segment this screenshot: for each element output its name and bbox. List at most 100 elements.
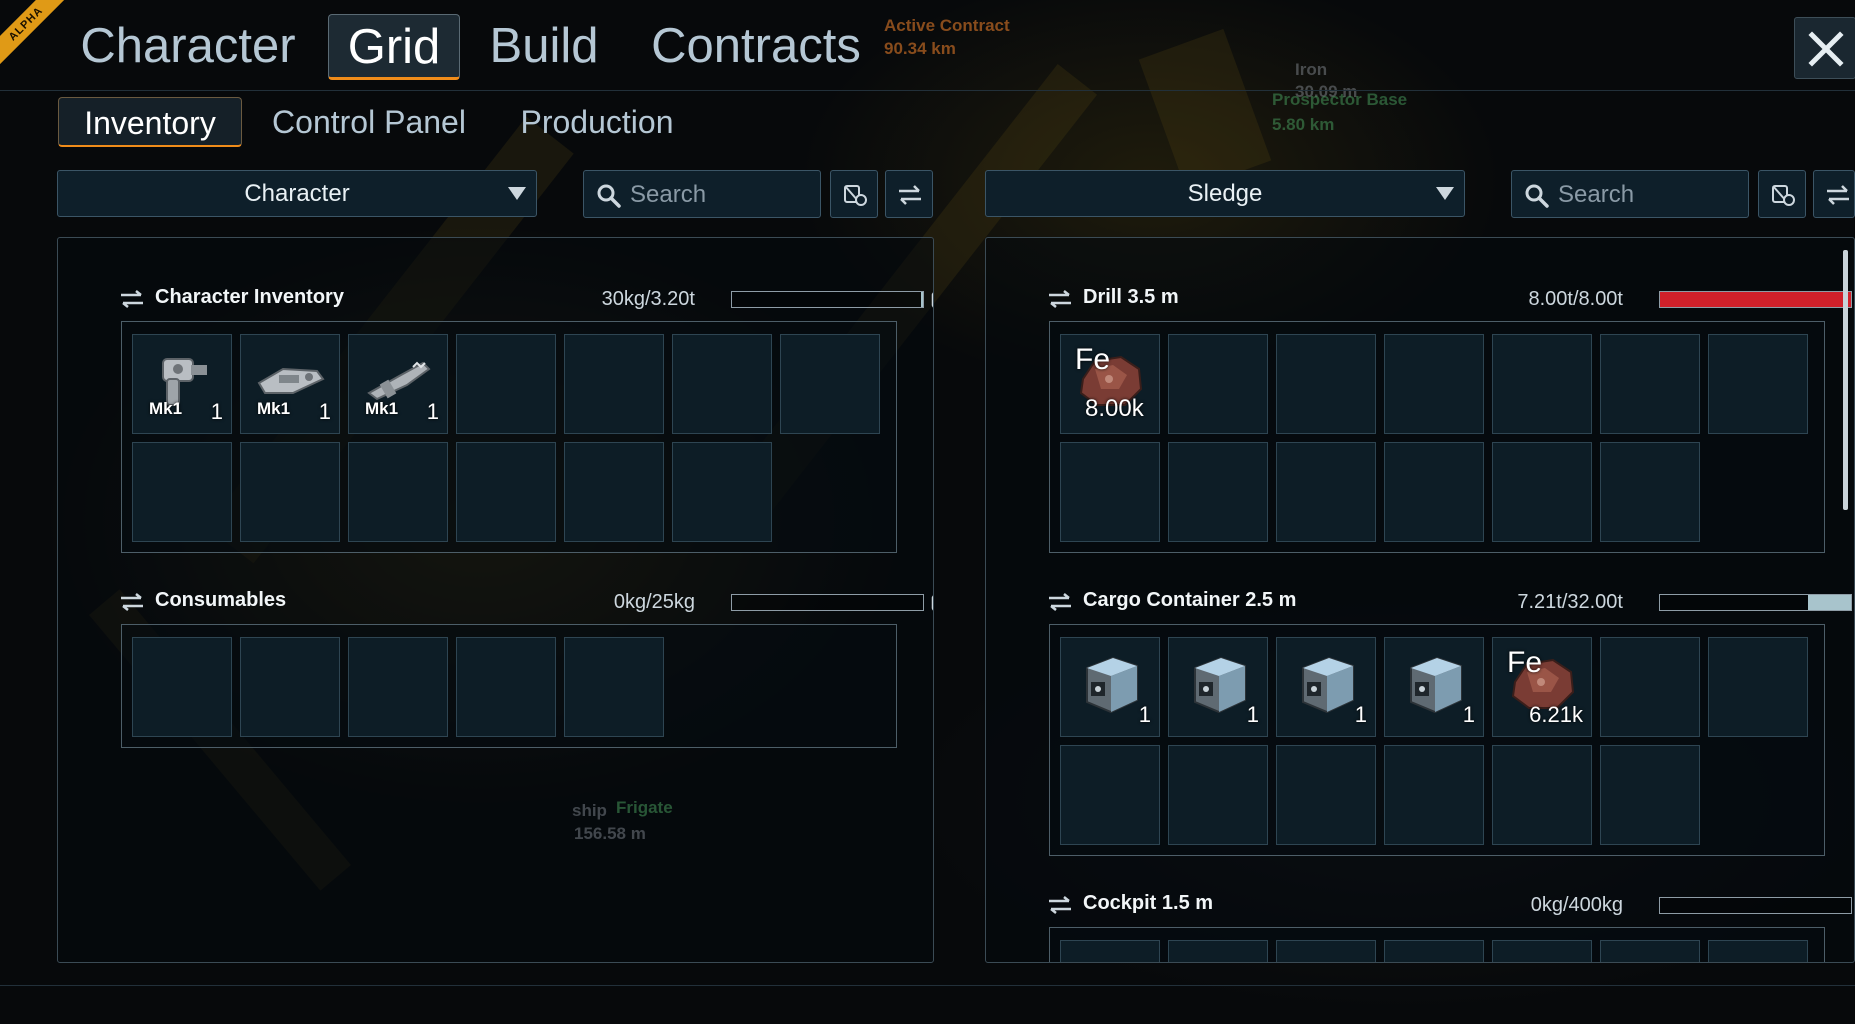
left-search-field[interactable] bbox=[583, 170, 821, 218]
inventory-slot[interactable] bbox=[1060, 745, 1160, 845]
inventory-slot[interactable] bbox=[780, 334, 880, 434]
capacity-bar bbox=[1659, 291, 1852, 308]
inventory-slot[interactable]: 1 bbox=[1384, 637, 1484, 737]
swap-arrows-icon[interactable] bbox=[119, 289, 145, 309]
left-inventory-select[interactable]: Character bbox=[57, 170, 537, 217]
close-icon bbox=[1808, 31, 1844, 67]
element-symbol: Fe bbox=[1507, 646, 1543, 679]
subtab-control-panel[interactable]: Control Panel bbox=[262, 97, 476, 147]
tab-build[interactable]: Build bbox=[480, 14, 608, 80]
inventory-slot[interactable] bbox=[672, 442, 772, 542]
inventory-slot[interactable] bbox=[1492, 745, 1592, 845]
storage-icon[interactable] bbox=[931, 287, 933, 314]
close-button[interactable] bbox=[1794, 17, 1855, 79]
tab-grid[interactable]: Grid bbox=[328, 14, 460, 80]
right-filter-button[interactable] bbox=[1758, 170, 1806, 218]
inventory-slot[interactable] bbox=[456, 334, 556, 434]
left-filter-button[interactable] bbox=[830, 170, 878, 218]
right-panel-scrollbar[interactable] bbox=[1843, 250, 1848, 510]
swap-arrows-icon[interactable] bbox=[1047, 895, 1073, 915]
inventory-slot[interactable]: Mk1 1 bbox=[240, 334, 340, 434]
inventory-slot[interactable] bbox=[564, 334, 664, 434]
section-header: Cockpit 1.5 m 0kg/400kg bbox=[1047, 890, 1852, 920]
inventory-slot[interactable] bbox=[348, 637, 448, 737]
inventory-slot[interactable] bbox=[456, 637, 556, 737]
inventory-slot[interactable] bbox=[132, 442, 232, 542]
swap-arrows-icon[interactable] bbox=[119, 592, 145, 612]
inventory-slot[interactable] bbox=[1600, 637, 1700, 737]
inventory-slot[interactable] bbox=[1384, 442, 1484, 542]
inventory-slot[interactable] bbox=[240, 442, 340, 542]
section-capacity: 0kg/400kg bbox=[1530, 894, 1623, 916]
section-title: Cargo Container 2.5 m bbox=[1083, 589, 1297, 611]
swap-arrows-icon[interactable] bbox=[1047, 289, 1073, 309]
inventory-slot[interactable] bbox=[1600, 940, 1700, 962]
right-inventory-select[interactable]: Sledge bbox=[985, 170, 1465, 217]
right-transfer-button[interactable] bbox=[1813, 170, 1855, 218]
left-search-input[interactable] bbox=[628, 177, 782, 213]
item-quantity: 6.21k bbox=[1529, 702, 1583, 727]
inventory-slot[interactable] bbox=[564, 637, 664, 737]
inventory-slot[interactable] bbox=[1276, 745, 1376, 845]
tab-character[interactable]: Character bbox=[68, 14, 308, 80]
tab-contracts[interactable]: Contracts bbox=[640, 14, 872, 80]
inventory-slot[interactable] bbox=[1708, 637, 1808, 737]
inventory-slot[interactable] bbox=[1600, 442, 1700, 542]
inventory-slot[interactable] bbox=[1060, 940, 1160, 962]
item-quantity: 1 bbox=[1138, 702, 1151, 727]
inventory-slot[interactable] bbox=[1060, 442, 1160, 542]
section-title: Character Inventory bbox=[155, 286, 344, 308]
item-quantity: 1 bbox=[426, 399, 439, 424]
inventory-slot[interactable] bbox=[1168, 940, 1268, 962]
swap-arrows-icon[interactable] bbox=[1047, 592, 1073, 612]
search-icon bbox=[597, 184, 621, 208]
inventory-slot[interactable] bbox=[564, 442, 664, 542]
capacity-bar bbox=[1659, 594, 1852, 611]
inventory-slot[interactable] bbox=[1276, 334, 1376, 434]
inventory-slot[interactable] bbox=[1600, 745, 1700, 845]
subtab-production[interactable]: Production bbox=[508, 97, 686, 147]
hud-ship-distance: 156.58 m bbox=[574, 824, 646, 843]
item-quantity: 1 bbox=[1246, 702, 1259, 727]
inventory-slot[interactable] bbox=[1600, 334, 1700, 434]
inventory-slot[interactable] bbox=[1384, 940, 1484, 962]
inventory-slot[interactable] bbox=[672, 334, 772, 434]
slot-grid bbox=[121, 624, 897, 748]
inventory-slot[interactable] bbox=[1168, 745, 1268, 845]
right-search-input[interactable] bbox=[1556, 177, 1710, 213]
inventory-slot[interactable] bbox=[1708, 334, 1808, 434]
inventory-slot[interactable] bbox=[1492, 442, 1592, 542]
inventory-slot[interactable] bbox=[240, 637, 340, 737]
inventory-slot[interactable] bbox=[1492, 940, 1592, 962]
subtab-inventory[interactable]: Inventory bbox=[58, 97, 242, 147]
inventory-slot[interactable] bbox=[132, 637, 232, 737]
inventory-slot[interactable] bbox=[1168, 442, 1268, 542]
inventory-slot[interactable]: Fe 8.00k bbox=[1060, 334, 1160, 434]
storage-icon[interactable] bbox=[931, 590, 933, 617]
inventory-slot[interactable] bbox=[348, 442, 448, 542]
inventory-slot[interactable] bbox=[1708, 940, 1808, 962]
inventory-slot[interactable] bbox=[1492, 334, 1592, 434]
right-inventory-panel: Drill 3.5 m 8.00t/8.00t Fe 8.00k Cargo Conta… bbox=[985, 237, 1855, 963]
left-transfer-button[interactable] bbox=[885, 170, 933, 218]
inventory-slot[interactable] bbox=[456, 442, 556, 542]
inventory-slot[interactable]: 1 bbox=[1060, 637, 1160, 737]
inventory-slot[interactable]: Mk1 1 bbox=[348, 334, 448, 434]
inventory-slot[interactable] bbox=[1384, 745, 1484, 845]
section-capacity: 30kg/3.20t bbox=[601, 288, 695, 310]
item-tier: Mk1 bbox=[149, 399, 183, 418]
inventory-slot[interactable] bbox=[1168, 334, 1268, 434]
capacity-bar-fill bbox=[1660, 292, 1851, 307]
inventory-slot[interactable]: Mk1 1 bbox=[132, 334, 232, 434]
inventory-slot[interactable] bbox=[1276, 940, 1376, 962]
hud-ship-name: Frigate bbox=[616, 798, 673, 817]
item-quantity: 1 bbox=[1354, 702, 1367, 727]
right-search-field[interactable] bbox=[1511, 170, 1749, 218]
inventory-slot[interactable]: Fe 6.21k bbox=[1492, 637, 1592, 737]
inventory-slot[interactable]: 1 bbox=[1168, 637, 1268, 737]
section-title: Cockpit 1.5 m bbox=[1083, 892, 1214, 914]
item-quantity: 1 bbox=[318, 399, 331, 424]
inventory-slot[interactable]: 1 bbox=[1276, 637, 1376, 737]
inventory-slot[interactable] bbox=[1384, 334, 1484, 434]
inventory-slot[interactable] bbox=[1276, 442, 1376, 542]
